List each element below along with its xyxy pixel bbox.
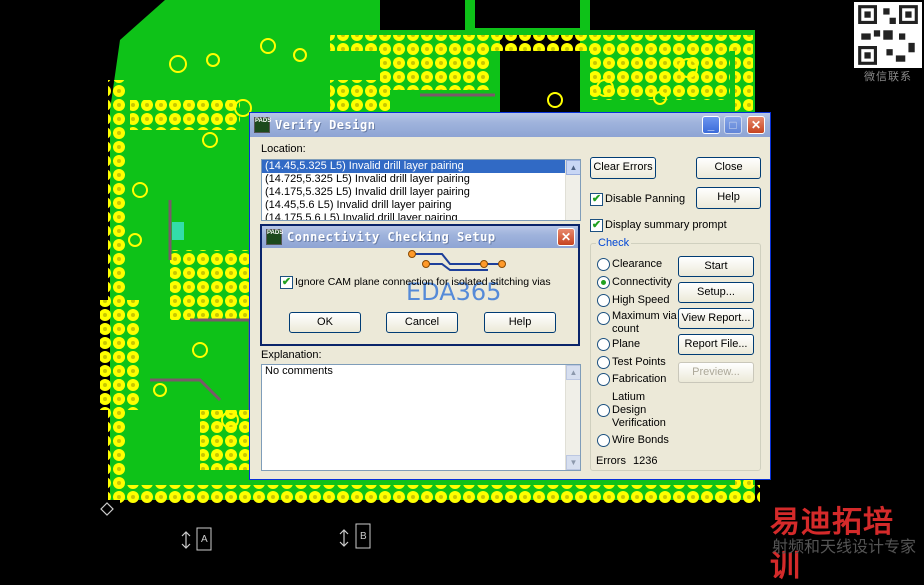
ignore-cam-checkbox[interactable]: ✔ <box>280 276 293 289</box>
explanation-scrollbar[interactable]: ▲ ▼ <box>565 365 580 470</box>
disable-panning-label: Disable Panning <box>605 193 686 205</box>
wire-bonds-label: Wire Bonds <box>612 434 669 446</box>
errors-count: 1236 <box>633 455 658 467</box>
scroll-up-icon[interactable]: ▲ <box>566 160 580 175</box>
board-marker-b: B <box>360 531 367 542</box>
display-summary-checkbox[interactable]: ✔ <box>590 219 603 232</box>
qr-code-icon <box>854 2 922 68</box>
list-item[interactable]: (14.175,5.6 L5) Invalid drill layer pair… <box>262 212 580 220</box>
view-report-button[interactable]: View Report... <box>678 308 754 329</box>
connectivity-title: Connectivity Checking Setup <box>287 230 496 244</box>
explanation-text: No comments <box>265 365 333 377</box>
maximize-icon: □ <box>724 116 742 134</box>
minimize-icon[interactable]: _ <box>702 116 720 134</box>
list-item[interactable]: (14.725,5.325 L5) Invalid drill layer pa… <box>262 173 580 186</box>
disable-panning-checkbox[interactable]: ✔ <box>590 193 603 206</box>
scroll-down-icon[interactable]: ▼ <box>566 455 580 470</box>
wire-bonds-radio[interactable] <box>597 434 610 447</box>
list-item[interactable]: (14.175,5.325 L5) Invalid drill layer pa… <box>262 186 580 199</box>
clearance-radio[interactable] <box>597 258 610 271</box>
close-icon[interactable]: ✕ <box>557 228 575 246</box>
test-points-label: Test Points <box>612 356 666 368</box>
setup-button[interactable]: Setup... <box>678 282 754 303</box>
plane-label: Plane <box>612 338 641 350</box>
clear-errors-button[interactable]: Clear Errors <box>590 157 656 179</box>
errors-label: Errors <box>596 455 626 467</box>
report-file-button[interactable]: Report File... <box>678 334 754 355</box>
help-button[interactable]: Help <box>696 187 761 209</box>
location-list[interactable]: (14.45,5.325 L5) Invalid drill layer pai… <box>261 159 581 221</box>
ignore-cam-label: Ignore CAM plane connection for isolated… <box>295 276 551 288</box>
explanation-box[interactable]: No comments ▲ ▼ <box>261 364 581 471</box>
pads-icon: PADS <box>266 229 283 245</box>
test-points-radio[interactable] <box>597 356 610 369</box>
board-marker-a: A <box>201 534 208 545</box>
latium-radio[interactable] <box>597 404 610 417</box>
fabrication-radio[interactable] <box>597 373 610 386</box>
list-item[interactable]: (14.45,5.325 L5) Invalid drill layer pai… <box>262 160 580 173</box>
help-button[interactable]: Help <box>484 312 556 333</box>
high-speed-radio[interactable] <box>597 294 610 307</box>
plane-radio[interactable] <box>597 338 610 351</box>
location-scrollbar[interactable]: ▲ <box>565 160 580 220</box>
cancel-button[interactable]: Cancel <box>386 312 458 333</box>
qr-caption: 微信联系 <box>864 70 912 83</box>
start-button[interactable]: Start <box>678 256 754 277</box>
max-via-radio[interactable] <box>597 312 610 325</box>
clearance-label: Clearance <box>612 258 663 270</box>
close-icon[interactable]: ✕ <box>747 116 765 134</box>
fabrication-label: Fabrication <box>612 373 667 385</box>
close-button[interactable]: Close <box>696 157 761 179</box>
latium-label: Latium Design Verification <box>612 391 666 429</box>
max-via-label: Maximum via count <box>612 310 677 335</box>
connectivity-titlebar[interactable]: PADS Connectivity Checking Setup ✕ <box>262 226 578 248</box>
check-group-title: Check <box>596 237 632 249</box>
explanation-label: Explanation: <box>261 349 322 361</box>
connectivity-label: Connectivity <box>612 276 672 288</box>
brand-cn-subtext: 射频和天线设计专家 <box>772 537 917 556</box>
location-label: Location: <box>261 143 306 155</box>
verify-title: Verify Design <box>275 118 376 132</box>
list-item[interactable]: (14.45,5.6 L5) Invalid drill layer pairi… <box>262 199 580 212</box>
circuit-trace-graphic <box>408 250 506 271</box>
verify-titlebar[interactable]: PADS Verify Design _ □ ✕ <box>250 113 770 137</box>
pads-icon: PADS <box>254 117 271 133</box>
ok-button[interactable]: OK <box>289 312 361 333</box>
connectivity-radio[interactable] <box>597 276 610 289</box>
scroll-up-icon[interactable]: ▲ <box>566 365 580 380</box>
connectivity-setup-dialog: PADS Connectivity Checking Setup ✕ EDA36… <box>260 224 580 346</box>
display-summary-label: Display summary prompt <box>605 219 727 231</box>
high-speed-label: High Speed <box>612 294 670 306</box>
preview-button: Preview... <box>678 362 754 383</box>
